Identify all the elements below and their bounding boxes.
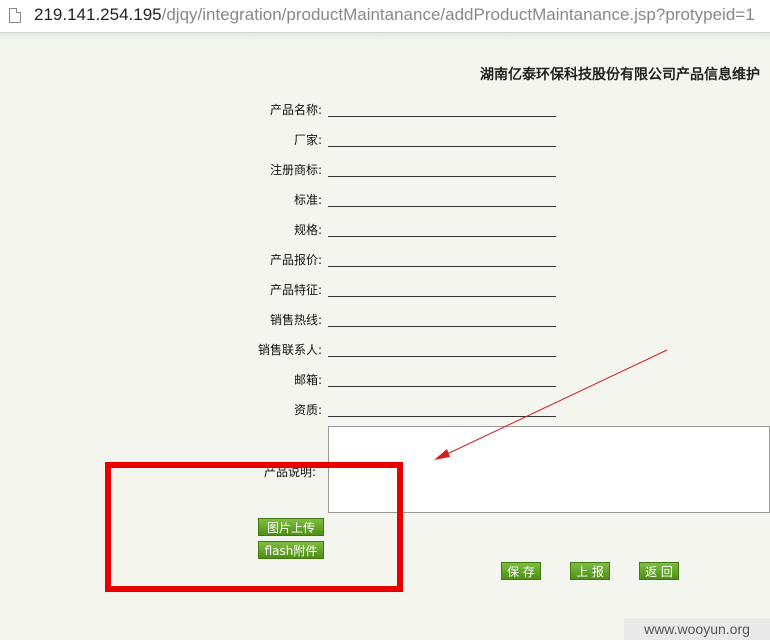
annotation-arrow bbox=[434, 349, 668, 460]
watermark: www.wooyun.org bbox=[624, 618, 770, 640]
